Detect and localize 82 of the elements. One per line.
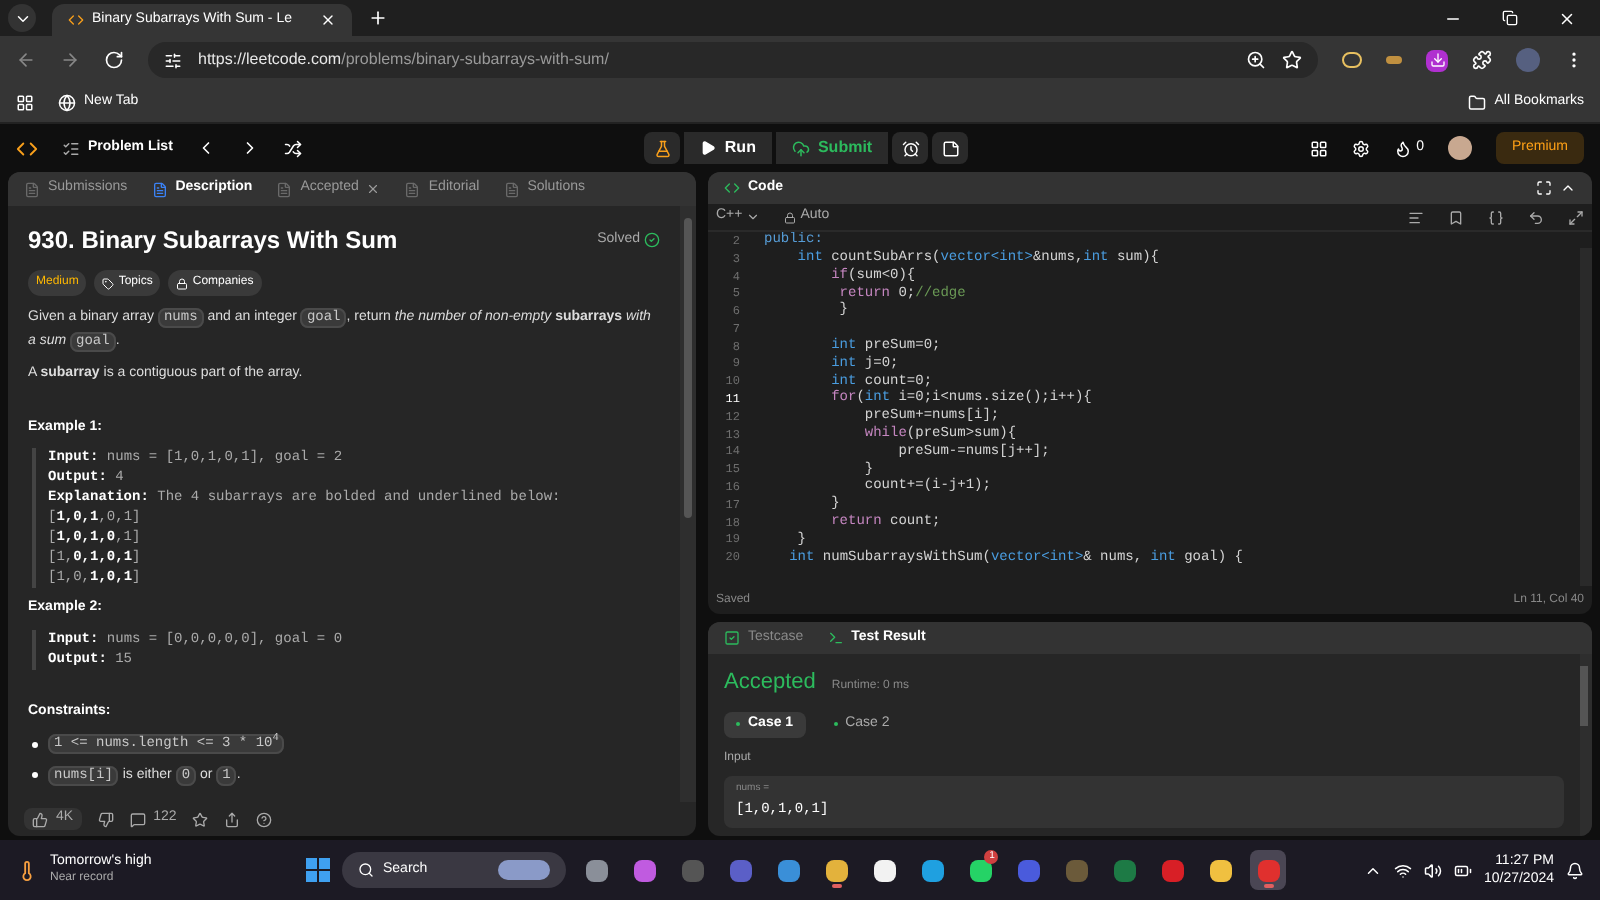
braces-icon[interactable]: [1488, 209, 1504, 225]
bullet-icon: [32, 772, 38, 779]
dislike-icon[interactable]: [97, 811, 114, 827]
close-icon[interactable]: [1558, 10, 1576, 28]
shuffle-icon[interactable]: [284, 139, 303, 157]
apps-icon[interactable]: [16, 94, 34, 112]
comment-icon: [129, 811, 146, 827]
site-settings-icon[interactable]: [164, 51, 182, 69]
document-icon: [404, 181, 421, 197]
document-icon: [276, 181, 293, 197]
app-tile[interactable]: [1250, 850, 1287, 890]
star-icon[interactable]: [192, 811, 209, 827]
scrollbar[interactable]: [680, 206, 696, 802]
extension-icon[interactable]: [1342, 52, 1362, 68]
timer-button[interactable]: [892, 132, 929, 164]
submit-button[interactable]: Submit: [775, 132, 889, 164]
notes-button[interactable]: [932, 132, 969, 164]
extension-icon[interactable]: [1386, 56, 1402, 64]
document-icon: [151, 181, 168, 197]
layout-icon[interactable]: [1310, 139, 1329, 157]
favicon-icon: [68, 12, 84, 28]
help-icon[interactable]: [256, 811, 273, 827]
verdict-text: Accepted: [724, 668, 816, 698]
reset-icon[interactable]: [1528, 209, 1544, 225]
document-icon: [503, 181, 520, 197]
download-icon: [1429, 52, 1445, 68]
cloud-upload-icon: [791, 139, 810, 157]
code-icon: [724, 180, 740, 196]
running-indicator: [1263, 884, 1274, 888]
close-icon: [366, 182, 381, 196]
debug-button[interactable]: [644, 132, 681, 164]
extensions-icon[interactable]: [1472, 50, 1492, 70]
user-avatar[interactable]: [1447, 136, 1472, 160]
start-icon[interactable]: [306, 858, 331, 882]
flame-icon: [1394, 139, 1413, 157]
format-icon[interactable]: [1408, 209, 1424, 225]
forward-icon[interactable]: [60, 50, 80, 70]
check-icon: [644, 232, 660, 248]
problem-title: 930. Binary Subarrays With Sum: [28, 224, 398, 258]
expand-icon[interactable]: [1536, 180, 1552, 196]
list-icon: [62, 139, 80, 157]
new-tab-icon[interactable]: [368, 8, 388, 28]
running-indicator: [831, 884, 842, 888]
search-icon: [358, 862, 375, 878]
settings-icon[interactable]: [1352, 139, 1371, 157]
back-icon[interactable]: [16, 50, 36, 70]
zoom-icon[interactable]: [1246, 50, 1266, 70]
bullet-icon: [32, 741, 38, 748]
lock-icon: [784, 211, 797, 223]
scrollbar[interactable]: [1580, 248, 1592, 586]
lock-icon: [176, 277, 189, 289]
url-text: https://leetcode.com/problems/binary-subarrays-with-sum/: [198, 48, 609, 72]
collapse-icon[interactable]: [1560, 180, 1576, 196]
battery-icon[interactable]: [1453, 861, 1472, 879]
alarm-clock-icon: [901, 139, 920, 157]
tag-icon: [102, 277, 115, 289]
share-icon[interactable]: [224, 811, 241, 827]
close-icon[interactable]: [320, 12, 336, 28]
checkbox-icon: [724, 630, 740, 646]
scrollbar[interactable]: [1580, 654, 1592, 836]
tab-search-button[interactable]: [8, 4, 36, 32]
search-highlight-icon: [498, 860, 551, 880]
reload-icon[interactable]: [104, 50, 124, 70]
run-button[interactable]: Run: [684, 132, 772, 164]
folder-icon: [1468, 94, 1487, 112]
volume-icon[interactable]: [1423, 861, 1442, 879]
bell-icon[interactable]: [1566, 861, 1585, 879]
restore-icon[interactable]: [1502, 10, 1518, 26]
logo-icon: [16, 137, 38, 159]
globe-icon: [58, 94, 76, 112]
play-icon: [700, 140, 717, 156]
fullscreen-icon[interactable]: [1568, 209, 1584, 225]
thumbs-up-icon: [32, 811, 48, 827]
address-bar[interactable]: https://leetcode.com/problems/binary-subarrays-with-sum/: [148, 42, 1318, 78]
document-icon: [24, 181, 40, 197]
terminal-icon: [827, 630, 844, 646]
download-button[interactable]: [1426, 49, 1448, 71]
wifi-icon[interactable]: [1393, 861, 1412, 879]
bookmark-icon[interactable]: [1448, 209, 1464, 225]
flask-icon: [653, 139, 672, 157]
chevron-down-icon: [746, 210, 761, 224]
note-icon: [941, 139, 960, 157]
